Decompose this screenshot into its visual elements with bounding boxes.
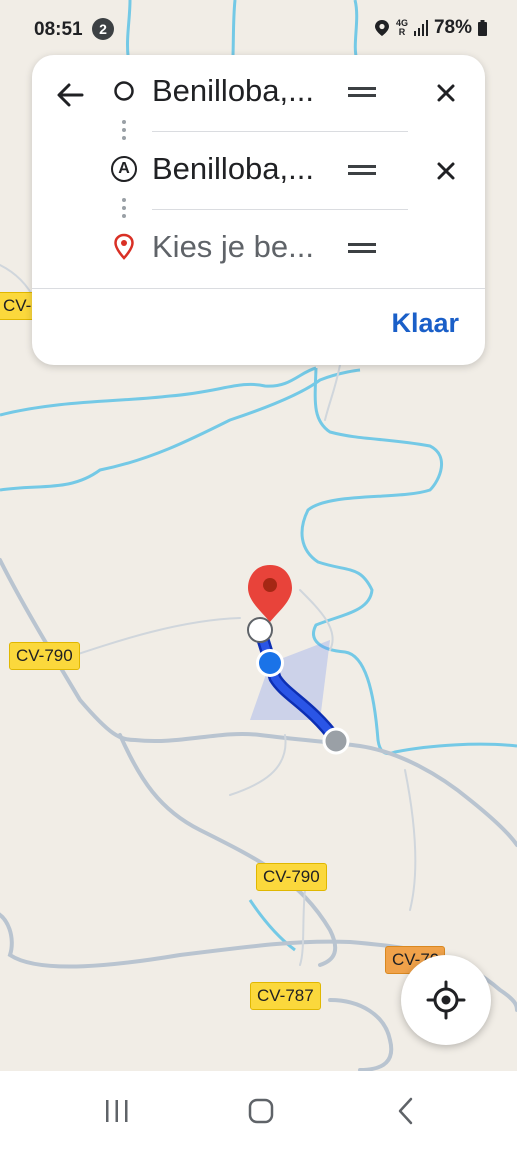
origin-input[interactable]: Benilloba,...	[152, 73, 314, 109]
network-label-bottom: R	[398, 27, 406, 37]
close-icon	[437, 162, 455, 180]
card-divider	[32, 288, 485, 289]
home-icon	[248, 1098, 274, 1124]
waypoint-input[interactable]: Benilloba,...	[152, 151, 314, 187]
status-time: 08:51	[34, 19, 83, 40]
close-icon	[437, 84, 455, 102]
drag-handle-icon[interactable]	[345, 155, 379, 185]
destination-pin-icon	[108, 231, 140, 263]
route-planner-card: Benilloba,... A Benilloba,... Kies je be…	[32, 55, 485, 365]
drag-handle-icon[interactable]	[345, 233, 379, 263]
row-divider	[152, 131, 408, 132]
home-button[interactable]	[241, 1091, 281, 1131]
road-label: CV-790	[9, 642, 80, 670]
recent-apps-icon	[106, 1100, 128, 1122]
battery-icon	[478, 20, 487, 36]
waypoint-row[interactable]: A Benilloba,...	[32, 133, 485, 209]
road-label: CV-7	[0, 292, 36, 320]
drag-handle-icon[interactable]	[345, 77, 379, 107]
system-nav-bar	[0, 1071, 517, 1149]
remove-origin-button[interactable]	[430, 77, 462, 109]
current-location-dot	[259, 652, 281, 674]
chevron-left-icon	[398, 1097, 413, 1125]
network-type: 4G R	[396, 19, 408, 37]
route-start-marker[interactable]	[247, 617, 273, 643]
waypoint-a-icon: A	[108, 153, 140, 185]
done-button[interactable]: Klaar	[391, 308, 459, 339]
waypoint-marker-label: A	[111, 156, 137, 182]
signal-icon	[413, 20, 428, 36]
location-status-icon	[374, 20, 389, 36]
road-label: CV-787	[250, 982, 321, 1010]
my-location-button[interactable]	[401, 955, 491, 1045]
row-divider	[152, 209, 408, 210]
origin-row[interactable]: Benilloba,...	[32, 55, 485, 131]
origin-circle-icon	[108, 75, 140, 107]
destination-row[interactable]: Kies je be...	[32, 211, 485, 287]
my-location-icon	[426, 980, 466, 1020]
notification-count-badge: 2	[92, 18, 114, 40]
battery-percent: 78%	[433, 17, 472, 38]
recent-apps-button[interactable]	[97, 1091, 137, 1131]
remove-waypoint-button[interactable]	[430, 155, 462, 187]
system-back-button[interactable]	[386, 1091, 426, 1131]
status-bar: 08:51 2 4G R 78%	[0, 0, 517, 58]
road-label: CV-790	[256, 863, 327, 891]
destination-input[interactable]: Kies je be...	[152, 229, 314, 265]
route-end-marker[interactable]	[322, 727, 350, 755]
